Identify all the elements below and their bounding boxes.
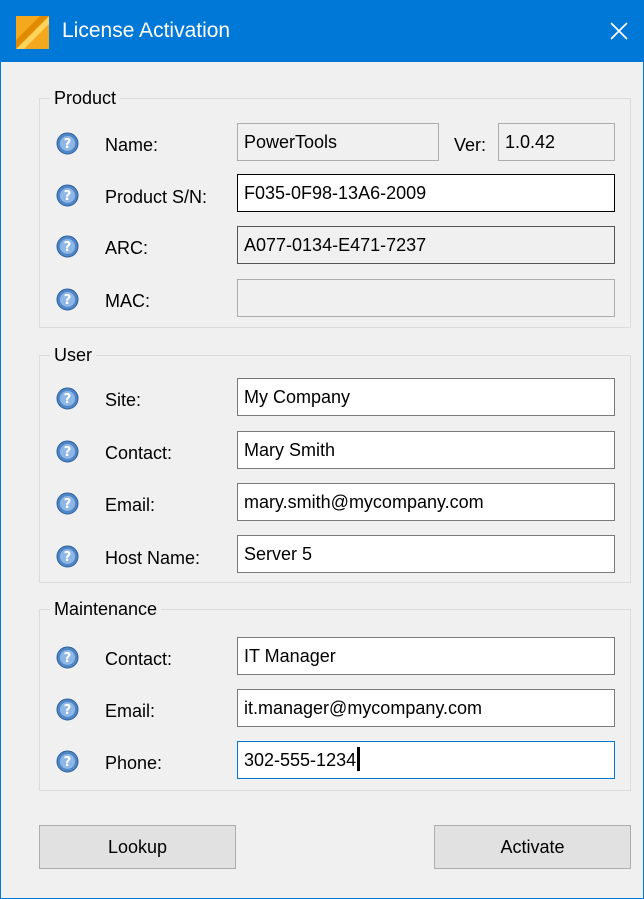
svg-text:?: ? [64, 445, 72, 460]
svg-text:?: ? [64, 550, 72, 565]
user-contact-label: Contact: [105, 443, 173, 463]
maintenance-group-label: Maintenance [50, 598, 162, 620]
phone-field[interactable]: 302-555-1234 [237, 741, 615, 779]
svg-text:?: ? [64, 703, 72, 718]
svg-text:?: ? [64, 651, 72, 666]
maintenance-contact-field[interactable]: IT Manager [237, 637, 615, 675]
phone-field-value: 302-555-1234 [244, 750, 357, 770]
help-icon[interactable]: ? [56, 698, 79, 721]
arc-field[interactable]: A077-0134-E471-7237 [237, 226, 615, 264]
help-icon[interactable]: ? [56, 387, 79, 410]
help-icon[interactable]: ? [56, 492, 79, 515]
maintenance-email-field[interactable]: it.manager@mycompany.com [237, 689, 615, 727]
version-field[interactable]: 1.0.42 [498, 123, 615, 161]
user-email-field[interactable]: mary.smith@mycompany.com [237, 483, 615, 521]
mac-field[interactable] [237, 279, 615, 317]
svg-text:?: ? [64, 497, 72, 512]
text-caret [357, 747, 361, 772]
license-app-icon [16, 16, 49, 49]
product-sn-field[interactable]: F035-0F98-13A6-2009 [237, 174, 615, 212]
svg-text:?: ? [64, 293, 72, 308]
phone-label: Phone: [105, 753, 163, 773]
maintenance-contact-label: Contact: [105, 649, 173, 669]
license-activation-window: License Activation Product ? Name: Power… [0, 0, 644, 899]
host-name-field[interactable]: Server 5 [237, 535, 615, 573]
maintenance-email-label: Email: [105, 701, 156, 721]
product-group-label: Product [50, 87, 121, 109]
mac-label: MAC: [105, 291, 150, 311]
svg-text:?: ? [64, 755, 72, 770]
help-icon[interactable]: ? [56, 440, 79, 463]
svg-text:?: ? [64, 240, 72, 255]
site-field[interactable]: My Company [237, 378, 615, 416]
close-icon [610, 22, 628, 40]
svg-text:?: ? [64, 137, 72, 152]
help-icon[interactable]: ? [56, 235, 79, 258]
help-icon[interactable]: ? [56, 132, 79, 155]
close-button[interactable] [594, 0, 644, 62]
help-icon[interactable]: ? [56, 184, 79, 207]
help-icon[interactable]: ? [56, 750, 79, 773]
svg-text:?: ? [64, 189, 72, 204]
host-name-label: Host Name: [105, 548, 201, 568]
help-icon[interactable]: ? [56, 545, 79, 568]
ver-label: Ver: [454, 135, 487, 155]
user-group-label: User [50, 344, 97, 366]
activate-button[interactable]: Activate [434, 825, 631, 869]
name-field[interactable]: PowerTools [237, 123, 439, 161]
product-sn-label: Product S/N: [105, 187, 208, 207]
help-icon[interactable]: ? [56, 646, 79, 669]
user-contact-field[interactable]: Mary Smith [237, 431, 615, 469]
svg-text:?: ? [64, 392, 72, 407]
site-label: Site: [105, 390, 142, 410]
title-bar[interactable]: License Activation [1, 0, 644, 62]
lookup-button[interactable]: Lookup [39, 825, 236, 869]
user-email-label: Email: [105, 495, 156, 515]
help-icon[interactable]: ? [56, 288, 79, 311]
name-label: Name: [105, 135, 159, 155]
arc-label: ARC: [105, 238, 149, 258]
window-title: License Activation [62, 19, 231, 42]
